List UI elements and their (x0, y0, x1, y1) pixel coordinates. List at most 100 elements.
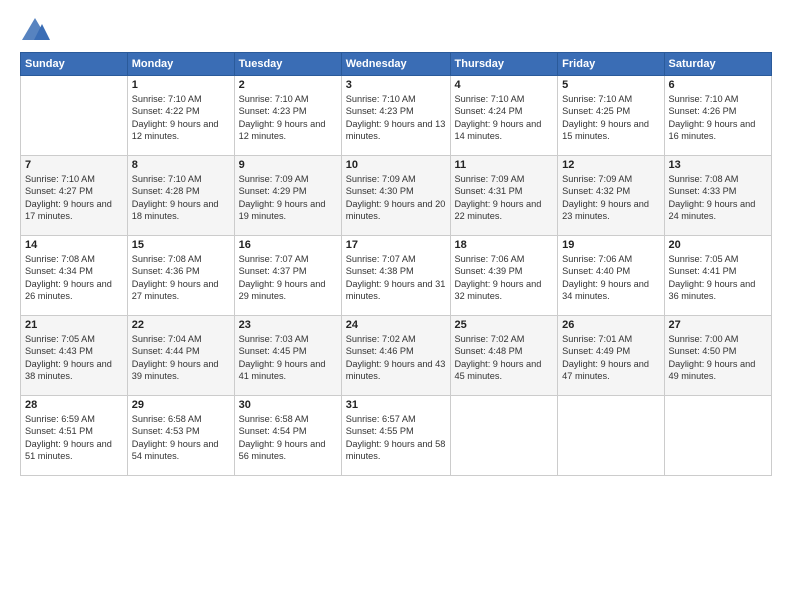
day-number: 9 (239, 159, 337, 171)
calendar-cell: 29 Sunrise: 6:58 AMSunset: 4:53 PMDayligh… (127, 396, 234, 476)
day-info: Sunrise: 7:05 AMSunset: 4:43 PMDaylight:… (25, 333, 123, 383)
day-info: Sunrise: 6:58 AMSunset: 4:53 PMDaylight:… (132, 413, 230, 463)
calendar-week-row: 1 Sunrise: 7:10 AMSunset: 4:22 PMDaylight… (21, 76, 772, 156)
day-number: 23 (239, 319, 337, 331)
day-info: Sunrise: 7:10 AMSunset: 4:25 PMDaylight:… (562, 93, 659, 143)
day-number: 12 (562, 159, 659, 171)
calendar-week-row: 21 Sunrise: 7:05 AMSunset: 4:43 PMDayligh… (21, 316, 772, 396)
day-info: Sunrise: 7:08 AMSunset: 4:34 PMDaylight:… (25, 253, 123, 303)
calendar-table: SundayMondayTuesdayWednesdayThursdayFrid… (20, 52, 772, 476)
day-header-friday: Friday (558, 53, 664, 76)
day-number: 24 (346, 319, 446, 331)
day-info: Sunrise: 7:10 AMSunset: 4:22 PMDaylight:… (132, 93, 230, 143)
day-number: 17 (346, 239, 446, 251)
calendar-cell: 26 Sunrise: 7:01 AMSunset: 4:49 PMDayligh… (558, 316, 664, 396)
calendar-cell: 27Sunrise: 7:00 AMSunset: 4:50 PMDayligh… (664, 316, 772, 396)
day-info: Sunrise: 7:10 AMSunset: 4:24 PMDaylight:… (455, 93, 554, 143)
calendar-cell: 28 Sunrise: 6:59 AMSunset: 4:51 PMDayligh… (21, 396, 128, 476)
day-number: 5 (562, 79, 659, 91)
day-number: 26 (562, 319, 659, 331)
day-header-tuesday: Tuesday (234, 53, 341, 76)
logo (20, 16, 54, 44)
day-number: 16 (239, 239, 337, 251)
day-info: Sunrise: 7:09 AMSunset: 4:31 PMDaylight:… (455, 173, 554, 223)
day-info: Sunrise: 7:08 AMSunset: 4:33 PMDaylight:… (669, 173, 768, 223)
day-header-sunday: Sunday (21, 53, 128, 76)
calendar-cell: 15 Sunrise: 7:08 AMSunset: 4:36 PMDayligh… (127, 236, 234, 316)
day-info: Sunrise: 7:06 AMSunset: 4:39 PMDaylight:… (455, 253, 554, 303)
day-number: 25 (455, 319, 554, 331)
day-number: 28 (25, 399, 123, 411)
day-number: 29 (132, 399, 230, 411)
day-info: Sunrise: 7:02 AMSunset: 4:46 PMDaylight:… (346, 333, 446, 383)
day-number: 7 (25, 159, 123, 171)
calendar-cell: 7 Sunrise: 7:10 AMSunset: 4:27 PMDaylight… (21, 156, 128, 236)
day-number: 18 (455, 239, 554, 251)
day-info: Sunrise: 6:57 AMSunset: 4:55 PMDaylight:… (346, 413, 446, 463)
calendar-cell: 20 Sunrise: 7:05 AMSunset: 4:41 PMDayligh… (664, 236, 772, 316)
calendar-cell: 2 Sunrise: 7:10 AMSunset: 4:23 PMDaylight… (234, 76, 341, 156)
day-info: Sunrise: 7:10 AMSunset: 4:28 PMDaylight:… (132, 173, 230, 223)
day-info: Sunrise: 7:10 AMSunset: 4:27 PMDaylight:… (25, 173, 123, 223)
day-info: Sunrise: 7:07 AMSunset: 4:37 PMDaylight:… (239, 253, 337, 303)
day-info: Sunrise: 7:09 AMSunset: 4:32 PMDaylight:… (562, 173, 659, 223)
calendar-cell: 6Sunrise: 7:10 AMSunset: 4:26 PMDaylight… (664, 76, 772, 156)
day-number: 8 (132, 159, 230, 171)
day-number: 19 (562, 239, 659, 251)
day-info: Sunrise: 6:58 AMSunset: 4:54 PMDaylight:… (239, 413, 337, 463)
logo-icon (20, 16, 50, 44)
day-info: Sunrise: 7:06 AMSunset: 4:40 PMDaylight:… (562, 253, 659, 303)
day-info: Sunrise: 7:03 AMSunset: 4:45 PMDaylight:… (239, 333, 337, 383)
day-header-monday: Monday (127, 53, 234, 76)
calendar-cell: 16 Sunrise: 7:07 AMSunset: 4:37 PMDayligh… (234, 236, 341, 316)
day-header-thursday: Thursday (450, 53, 558, 76)
day-number: 22 (132, 319, 230, 331)
day-info: Sunrise: 7:04 AMSunset: 4:44 PMDaylight:… (132, 333, 230, 383)
day-number: 2 (239, 79, 337, 91)
day-info: Sunrise: 7:01 AMSunset: 4:49 PMDaylight:… (562, 333, 659, 383)
calendar-cell: 11Sunrise: 7:09 AMSunset: 4:31 PMDayligh… (450, 156, 558, 236)
calendar-cell: 30 Sunrise: 6:58 AMSunset: 4:54 PMDayligh… (234, 396, 341, 476)
day-info: Sunrise: 7:00 AMSunset: 4:50 PMDaylight:… (669, 333, 768, 383)
calendar-cell: 19 Sunrise: 7:06 AMSunset: 4:40 PMDayligh… (558, 236, 664, 316)
header (20, 16, 772, 44)
calendar-cell: 24 Sunrise: 7:02 AMSunset: 4:46 PMDayligh… (341, 316, 450, 396)
day-number: 30 (239, 399, 337, 411)
day-number: 10 (346, 159, 446, 171)
day-number: 4 (455, 79, 554, 91)
day-info: Sunrise: 7:09 AMSunset: 4:30 PMDaylight:… (346, 173, 446, 223)
day-info: Sunrise: 7:08 AMSunset: 4:36 PMDaylight:… (132, 253, 230, 303)
calendar-cell: 3Sunrise: 7:10 AMSunset: 4:23 PMDaylight… (341, 76, 450, 156)
calendar-cell: 8 Sunrise: 7:10 AMSunset: 4:28 PMDaylight… (127, 156, 234, 236)
day-number: 20 (669, 239, 768, 251)
calendar-cell: 22 Sunrise: 7:04 AMSunset: 4:44 PMDayligh… (127, 316, 234, 396)
day-info: Sunrise: 7:07 AMSunset: 4:38 PMDaylight:… (346, 253, 446, 303)
day-info: Sunrise: 6:59 AMSunset: 4:51 PMDaylight:… (25, 413, 123, 463)
calendar-week-row: 7 Sunrise: 7:10 AMSunset: 4:27 PMDaylight… (21, 156, 772, 236)
day-number: 15 (132, 239, 230, 251)
calendar-cell (664, 396, 772, 476)
calendar-header-row: SundayMondayTuesdayWednesdayThursdayFrid… (21, 53, 772, 76)
day-info: Sunrise: 7:05 AMSunset: 4:41 PMDaylight:… (669, 253, 768, 303)
day-info: Sunrise: 7:10 AMSunset: 4:23 PMDaylight:… (346, 93, 446, 143)
calendar-cell (21, 76, 128, 156)
day-number: 1 (132, 79, 230, 91)
calendar-cell: 12 Sunrise: 7:09 AMSunset: 4:32 PMDayligh… (558, 156, 664, 236)
day-info: Sunrise: 7:10 AMSunset: 4:23 PMDaylight:… (239, 93, 337, 143)
calendar-page: SundayMondayTuesdayWednesdayThursdayFrid… (0, 0, 792, 612)
calendar-cell: 13 Sunrise: 7:08 AMSunset: 4:33 PMDayligh… (664, 156, 772, 236)
calendar-cell: 23 Sunrise: 7:03 AMSunset: 4:45 PMDayligh… (234, 316, 341, 396)
day-number: 13 (669, 159, 768, 171)
calendar-cell: 25Sunrise: 7:02 AMSunset: 4:48 PMDayligh… (450, 316, 558, 396)
calendar-cell: 1 Sunrise: 7:10 AMSunset: 4:22 PMDaylight… (127, 76, 234, 156)
calendar-cell: 4 Sunrise: 7:10 AMSunset: 4:24 PMDaylight… (450, 76, 558, 156)
calendar-cell: 5 Sunrise: 7:10 AMSunset: 4:25 PMDaylight… (558, 76, 664, 156)
calendar-cell: 18 Sunrise: 7:06 AMSunset: 4:39 PMDayligh… (450, 236, 558, 316)
day-number: 14 (25, 239, 123, 251)
calendar-week-row: 14 Sunrise: 7:08 AMSunset: 4:34 PMDayligh… (21, 236, 772, 316)
calendar-cell: 14 Sunrise: 7:08 AMSunset: 4:34 PMDayligh… (21, 236, 128, 316)
calendar-cell: 21 Sunrise: 7:05 AMSunset: 4:43 PMDayligh… (21, 316, 128, 396)
calendar-cell: 17 Sunrise: 7:07 AMSunset: 4:38 PMDayligh… (341, 236, 450, 316)
day-info: Sunrise: 7:09 AMSunset: 4:29 PMDaylight:… (239, 173, 337, 223)
day-number: 21 (25, 319, 123, 331)
